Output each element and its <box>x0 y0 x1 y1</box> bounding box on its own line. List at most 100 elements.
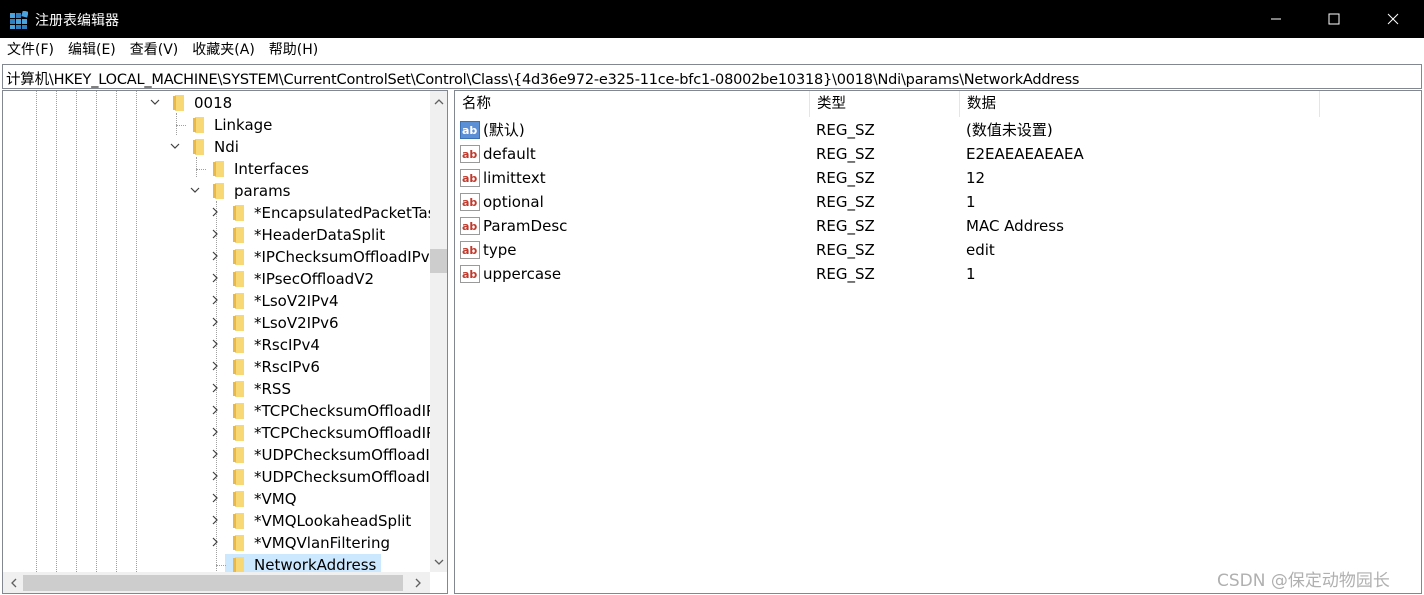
tree-node-label[interactable]: *LsoV2IPv4 <box>254 291 339 311</box>
scroll-right-button[interactable] <box>409 574 426 591</box>
tree-node-label[interactable]: *VMQ <box>254 489 297 509</box>
menu-edit[interactable]: 编辑(E) <box>61 38 123 62</box>
tree-node[interactable]: params <box>3 180 430 202</box>
tree-node[interactable]: *HeaderDataSplit <box>3 224 430 246</box>
chevron-down-icon[interactable] <box>150 97 160 107</box>
tree-node-label[interactable]: params <box>234 181 291 201</box>
tree-node[interactable]: *VMQVlanFiltering <box>3 532 430 554</box>
chevron-right-icon[interactable] <box>210 273 220 283</box>
address-bar[interactable]: 计算机\HKEY_LOCAL_MACHINE\SYSTEM\CurrentCon… <box>2 64 1422 89</box>
menu-favorites[interactable]: 收藏夹(A) <box>185 38 262 62</box>
maximize-button[interactable] <box>1305 0 1363 38</box>
value-row[interactable]: ab default REG_SZ E2EAEAEAEAEA <box>455 142 1415 166</box>
value-row[interactable]: ab (默认) REG_SZ (数值未设置) <box>455 118 1415 142</box>
folder-icon <box>213 161 224 177</box>
menu-view[interactable]: 查看(V) <box>123 38 186 62</box>
tree-node-label[interactable]: *LsoV2IPv6 <box>254 313 339 333</box>
tree-node[interactable]: *VMQ <box>3 488 430 510</box>
tree-node[interactable]: 0018 <box>3 92 430 114</box>
scroll-up-button[interactable] <box>430 93 447 110</box>
chevron-right-icon[interactable] <box>210 317 220 327</box>
chevron-right-icon[interactable] <box>210 361 220 371</box>
tree-node-label[interactable]: *VMQVlanFiltering <box>254 533 390 553</box>
tree-node[interactable]: *IPChecksumOffloadIPv4 <box>3 246 439 268</box>
tree-connector <box>216 565 226 566</box>
tree-node[interactable]: Ndi <box>3 136 430 158</box>
tree-node-label[interactable]: *TCPChecksumOffloadIP <box>254 423 435 443</box>
chevron-right-icon[interactable] <box>210 207 220 217</box>
tree-node[interactable]: *RscIPv4 <box>3 334 430 356</box>
scroll-left-button[interactable] <box>5 574 22 591</box>
tree-node[interactable]: *UDPChecksumOffloadIP <box>3 466 439 488</box>
tree-node[interactable]: *LsoV2IPv6 <box>3 312 430 334</box>
value-row[interactable]: ab type REG_SZ edit <box>455 238 1415 262</box>
tree-node-label[interactable]: *TCPChecksumOffloadIP <box>254 401 435 421</box>
tree-node[interactable]: *TCPChecksumOffloadIP <box>3 422 435 444</box>
folder-icon <box>233 447 244 463</box>
svg-text:ab: ab <box>462 172 477 185</box>
tree-node-label[interactable]: *RscIPv6 <box>254 357 320 377</box>
svg-text:ab: ab <box>462 148 477 161</box>
close-button[interactable] <box>1364 0 1422 38</box>
chevron-right-icon[interactable] <box>210 405 220 415</box>
tree-node[interactable]: *UDPChecksumOffloadIP <box>3 444 439 466</box>
chevron-down-icon[interactable] <box>170 141 180 151</box>
menu-help[interactable]: 帮助(H) <box>262 38 325 62</box>
tree-node-label[interactable]: *RscIPv4 <box>254 335 320 355</box>
tree-node[interactable]: *RSS <box>3 378 430 400</box>
value-type: REG_SZ <box>816 265 875 283</box>
value-row[interactable]: ab limittext REG_SZ 12 <box>455 166 1415 190</box>
horizontal-scroll-thumb[interactable] <box>23 575 403 591</box>
tree-node-label[interactable]: *HeaderDataSplit <box>254 225 385 245</box>
tree-node[interactable]: *TCPChecksumOffloadIP <box>3 400 435 422</box>
tree-node-label[interactable]: *RSS <box>254 379 291 399</box>
chevron-right-icon[interactable] <box>210 449 220 459</box>
chevron-down-icon[interactable] <box>190 185 200 195</box>
svg-text:ab: ab <box>462 124 477 137</box>
values-pane[interactable]: 名称 类型 数据 ab (默认) REG_SZ (数值未设置) ab default REG… <box>454 90 1422 594</box>
tree-node[interactable]: *VMQLookaheadSplit <box>3 510 430 532</box>
chevron-right-icon[interactable] <box>210 537 220 547</box>
chevron-right-icon[interactable] <box>210 251 220 261</box>
tree-node[interactable]: *IPsecOffloadV2 <box>3 268 430 290</box>
chevron-right-icon[interactable] <box>210 493 220 503</box>
folder-icon <box>233 271 244 287</box>
minimize-button[interactable] <box>1247 0 1305 38</box>
tree-horizontal-scrollbar[interactable] <box>3 572 430 593</box>
scroll-down-button[interactable] <box>430 553 447 570</box>
value-data: 1 <box>966 265 976 283</box>
tree-node[interactable]: *RscIPv6 <box>3 356 430 378</box>
value-row[interactable]: ab optional REG_SZ 1 <box>455 190 1415 214</box>
chevron-right-icon[interactable] <box>210 427 220 437</box>
tree-node-label[interactable]: *VMQLookaheadSplit <box>254 511 411 531</box>
chevron-right-icon[interactable] <box>210 515 220 525</box>
chevron-right-icon[interactable] <box>210 229 220 239</box>
tree-node-label[interactable]: *IPChecksumOffloadIPv4 <box>254 247 439 267</box>
value-row[interactable]: ab ParamDesc REG_SZ MAC Address <box>455 214 1415 238</box>
tree-node[interactable]: *EncapsulatedPacketTas <box>3 202 436 224</box>
tree-node[interactable]: *LsoV2IPv4 <box>3 290 430 312</box>
tree-node-label[interactable]: Ndi <box>214 137 239 157</box>
tree-node-label[interactable]: 0018 <box>194 93 232 113</box>
chevron-right-icon[interactable] <box>210 295 220 305</box>
value-row[interactable]: ab uppercase REG_SZ 1 <box>455 262 1415 286</box>
key-tree-pane[interactable]: 0018 Linkage Ndi Interfaces params *Encapsula… <box>2 90 448 594</box>
column-header-type[interactable]: 类型 <box>810 91 960 117</box>
tree-node-label[interactable]: *UDPChecksumOffloadIP <box>254 467 439 487</box>
tree-node-label[interactable]: *EncapsulatedPacketTas <box>254 203 436 223</box>
tree-vertical-scrollbar[interactable] <box>430 91 447 572</box>
tree-node-label[interactable]: Linkage <box>214 115 272 135</box>
column-header-data[interactable]: 数据 <box>960 91 1320 117</box>
chevron-right-icon[interactable] <box>210 339 220 349</box>
tree-node-label[interactable]: Interfaces <box>234 159 309 179</box>
chevron-right-icon[interactable] <box>210 383 220 393</box>
address-path[interactable]: 计算机\HKEY_LOCAL_MACHINE\SYSTEM\CurrentCon… <box>6 68 1079 89</box>
tree-node[interactable]: Interfaces <box>3 158 430 180</box>
column-header-name[interactable]: 名称 <box>455 91 810 117</box>
chevron-right-icon[interactable] <box>210 471 220 481</box>
tree-node-label[interactable]: *UDPChecksumOffloadIP <box>254 445 439 465</box>
vertical-scroll-thumb[interactable] <box>430 249 447 273</box>
tree-node[interactable]: Linkage <box>3 114 430 136</box>
menu-file[interactable]: 文件(F) <box>0 38 61 62</box>
tree-node-label[interactable]: *IPsecOffloadV2 <box>254 269 374 289</box>
